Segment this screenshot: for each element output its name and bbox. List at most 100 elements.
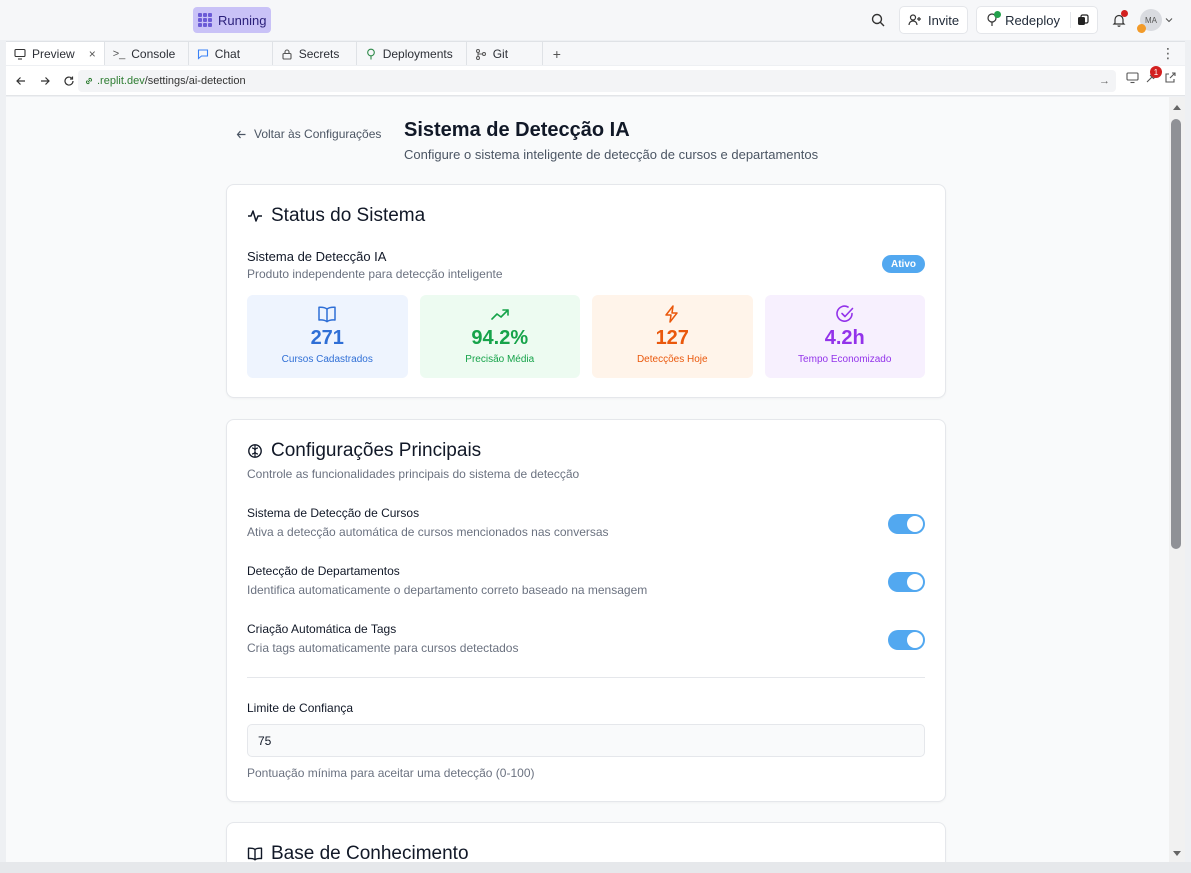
department-detection-toggle[interactable] [888, 572, 925, 592]
stat-time-saved: 4.2h Tempo Economizado [764, 295, 925, 378]
back-link-label: Voltar às Configurações [254, 127, 382, 141]
invite-label: Invite [927, 12, 960, 28]
system-name: Sistema de Detecção IA [247, 249, 387, 264]
devtools-icon[interactable]: 1 [1145, 66, 1162, 84]
status-card-title: Status do Sistema [247, 205, 425, 227]
page-subtitle: Configure o sistema inteligente de detec… [404, 147, 819, 162]
avatar: MA [1137, 9, 1162, 33]
auto-tags-toggle[interactable] [888, 630, 925, 650]
scroll-up-icon[interactable] [1171, 101, 1183, 113]
run-button[interactable]: Running [193, 7, 271, 33]
copy-icon[interactable] [1077, 14, 1089, 26]
link-icon [85, 77, 93, 85]
bell-icon[interactable] [1106, 7, 1132, 33]
setting-title: Criação Automática de Tags [247, 622, 397, 636]
status-badge: Ativo [882, 255, 925, 273]
stat-label: Precisão Média [465, 354, 535, 365]
arrow-left-icon [236, 130, 246, 138]
back-arrow-icon[interactable] [10, 70, 32, 92]
redeploy-label: Redeploy [1005, 12, 1060, 28]
back-link[interactable]: Voltar às Configurações [236, 127, 381, 141]
external-link-icon[interactable] [1164, 71, 1177, 84]
tab-label: Git [492, 46, 509, 61]
reload-icon[interactable] [58, 70, 80, 92]
stat-value: 94.2% [471, 327, 529, 349]
setting-description: Cria tags automaticamente para cursos de… [247, 641, 519, 655]
stat-label: Cursos Cadastrados [281, 354, 373, 365]
setting-description: Identifica automaticamente o departament… [247, 583, 648, 597]
preview-viewport: Voltar às Configurações Sistema de Detec… [6, 97, 1169, 862]
chevron-down-icon [1165, 18, 1173, 23]
tab-label: Secrets [298, 46, 340, 61]
tab-chat[interactable]: Chat [189, 42, 273, 65]
stat-courses: 271 Cursos Cadastrados [247, 295, 408, 378]
go-arrow-icon[interactable]: → [1099, 75, 1110, 87]
tab-console[interactable]: >_ Console [105, 42, 189, 65]
scroll-thumb[interactable] [1171, 119, 1181, 549]
account-menu[interactable]: MA [1137, 9, 1173, 33]
setting-title: Sistema de Detecção de Cursos [247, 506, 420, 520]
setting-course-detection: Sistema de Detecção de Cursos Ativa a de… [247, 506, 925, 546]
tab-label: Console [131, 46, 176, 61]
add-tab-button[interactable]: + [543, 42, 571, 65]
lock-icon [282, 48, 292, 60]
tab-deployments[interactable]: Deployments [357, 42, 467, 65]
devices-icon[interactable] [1126, 71, 1139, 84]
notification-badge: 1 [1150, 66, 1162, 78]
avatar-initials: MA [1145, 15, 1157, 25]
stat-detections: 127 Detecções Hoje [592, 295, 753, 378]
stat-label: Tempo Economizado [798, 354, 892, 365]
deploy-icon [366, 48, 375, 59]
stat-accuracy: 94.2% Precisão Média [419, 295, 580, 378]
forward-arrow-icon[interactable] [34, 70, 56, 92]
tab-git[interactable]: Git [467, 42, 543, 65]
brain-icon [248, 444, 262, 458]
tab-label: Preview [32, 46, 75, 61]
workspace-tabs: Preview × >_ Console Chat Secrets Deploy… [6, 41, 1185, 65]
stats-row: 271 Cursos Cadastrados 94.2% Precisão Mé… [247, 295, 925, 378]
activity-icon [248, 210, 262, 222]
confidence-limit-label: Limite de Confiança [247, 701, 354, 715]
url-path: /settings/ai-detection [144, 75, 246, 87]
card-title-text: Status do Sistema [271, 205, 426, 226]
tab-label: Chat [214, 46, 241, 61]
tab-label: Deployments [382, 46, 453, 61]
divider [247, 677, 925, 678]
course-detection-toggle[interactable] [888, 514, 925, 534]
add-user-icon [908, 14, 921, 26]
scroll-down-icon[interactable] [1171, 848, 1183, 860]
confidence-limit-help: Pontuação mínima para aceitar uma detecç… [247, 766, 535, 780]
git-icon [475, 48, 486, 60]
config-description: Controle as funcionalidades principais d… [247, 467, 580, 481]
setting-department-detection: Detecção de Departamentos Identifica aut… [247, 564, 925, 604]
scrollbar[interactable] [1169, 97, 1185, 862]
confidence-limit-input[interactable]: 75 [247, 724, 925, 757]
config-card-title: Configurações Principais [247, 440, 481, 462]
deploy-icon [985, 11, 1002, 27]
setting-auto-tags: Criação Automática de Tags Cria tags aut… [247, 622, 925, 662]
invite-button[interactable]: Invite [898, 6, 969, 34]
monitor-icon [14, 48, 26, 60]
card-title-text: Base de Conhecimento [271, 843, 469, 862]
bottom-strip [0, 862, 1191, 873]
tab-preview[interactable]: Preview × [6, 42, 105, 65]
tab-secrets[interactable]: Secrets [273, 42, 357, 65]
system-description: Produto independente para detecção intel… [247, 267, 503, 281]
grid-icon [198, 13, 212, 27]
url-domain: .replit.dev [97, 75, 145, 87]
knowledge-card: Base de Conhecimento [226, 822, 946, 862]
run-label: Running [218, 12, 267, 28]
stat-label: Detecções Hoje [636, 354, 708, 365]
terminal-icon: >_ [112, 47, 126, 60]
stat-value: 271 [310, 327, 344, 349]
stat-value: 4.2h [824, 327, 865, 349]
search-icon[interactable] [865, 7, 891, 33]
address-bar: .replit.dev/settings/ai-detection → 1 [6, 66, 1185, 96]
close-icon[interactable]: × [89, 47, 96, 61]
trending-up-icon [490, 309, 509, 320]
config-card: Configurações Principais Controle as fun… [226, 419, 946, 802]
redeploy-button[interactable]: Redeploy [976, 6, 1098, 34]
check-circle-icon [835, 305, 854, 322]
more-options-icon[interactable]: ⋮ [1151, 42, 1185, 65]
url-input[interactable]: .replit.dev/settings/ai-detection → [78, 70, 1116, 92]
